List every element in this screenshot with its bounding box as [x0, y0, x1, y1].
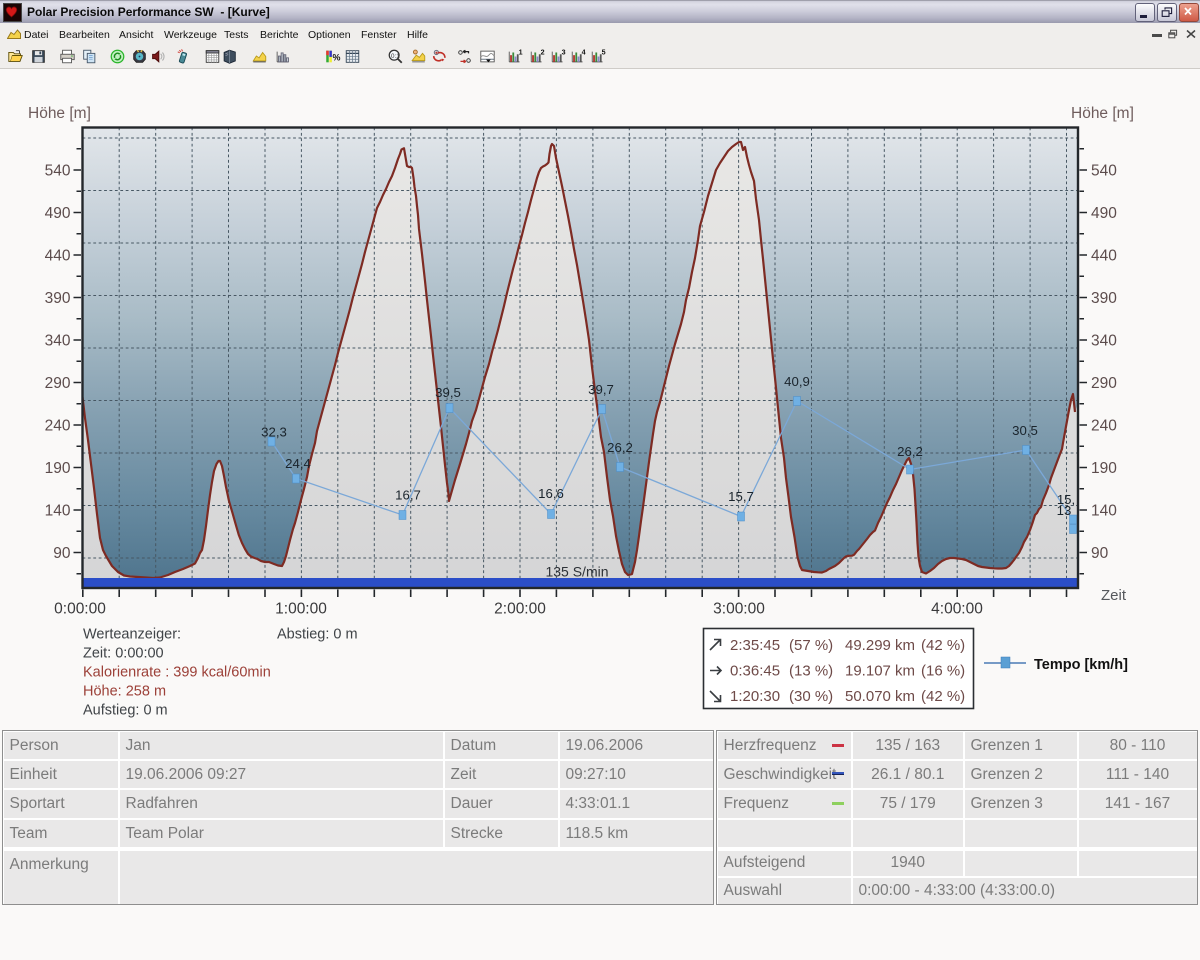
svg-text:90: 90	[1091, 545, 1109, 562]
svg-text:40,9: 40,9	[784, 374, 810, 389]
svg-text:140: 140	[1091, 503, 1117, 520]
svg-text:90: 90	[53, 545, 71, 562]
svg-text:290: 290	[1091, 375, 1117, 392]
svg-text:24,4: 24,4	[285, 456, 311, 471]
svg-text:540: 540	[45, 163, 71, 180]
svg-text:190: 190	[1091, 460, 1117, 477]
svg-text:32,3: 32,3	[261, 425, 287, 440]
svg-text:0:36:45: 0:36:45	[730, 663, 780, 680]
svg-text:30,5: 30,5	[1012, 423, 1038, 438]
svg-text:39,5: 39,5	[435, 385, 461, 400]
svg-text:290: 290	[45, 375, 71, 392]
svg-text:Kalorienrate : 399 kcal/60min: Kalorienrate : 399 kcal/60min	[83, 665, 271, 681]
svg-text:15,7: 15,7	[728, 489, 754, 504]
svg-text:340: 340	[1091, 333, 1117, 350]
svg-text:240: 240	[1091, 418, 1117, 435]
svg-text:26,2: 26,2	[607, 440, 633, 455]
svg-text:19.107 km: 19.107 km	[845, 663, 915, 680]
svg-text:16,6: 16,6	[538, 486, 564, 501]
svg-text:Aufstieg: 0 m: Aufstieg: 0 m	[83, 703, 168, 719]
svg-text:50.070 km: 50.070 km	[845, 688, 915, 705]
svg-text:Tempo [km/h]: Tempo [km/h]	[1034, 657, 1128, 673]
svg-text:(30 %): (30 %)	[789, 688, 833, 705]
svg-text:240: 240	[45, 418, 71, 435]
svg-text:440: 440	[45, 248, 71, 265]
svg-text:540: 540	[1091, 163, 1117, 180]
svg-text:(42 %): (42 %)	[921, 688, 965, 705]
svg-text:Höhe [m]: Höhe [m]	[1071, 105, 1134, 122]
svg-text:(13 %): (13 %)	[789, 663, 833, 680]
svg-text:1:20:30: 1:20:30	[730, 688, 780, 705]
svg-text:190: 190	[45, 460, 71, 477]
svg-text:(16 %): (16 %)	[921, 663, 965, 680]
svg-text:16,7: 16,7	[395, 488, 421, 503]
svg-text:Werteanzeiger:: Werteanzeiger:	[83, 627, 181, 643]
svg-text:2:35:45: 2:35:45	[730, 637, 780, 654]
svg-text:Höhe [m]: Höhe [m]	[28, 105, 91, 122]
svg-text:440: 440	[1091, 248, 1117, 265]
svg-text:135 S/min: 135 S/min	[545, 564, 608, 580]
svg-text:Abstieg: 0 m: Abstieg: 0 m	[277, 627, 358, 643]
svg-text:(42 %): (42 %)	[921, 637, 965, 654]
svg-text:Höhe: 258 m: Höhe: 258 m	[83, 684, 166, 700]
svg-text:1:00:00: 1:00:00	[275, 601, 327, 618]
svg-text:390: 390	[1091, 290, 1117, 307]
svg-text:49.299 km: 49.299 km	[845, 637, 915, 654]
svg-text:3:00:00: 3:00:00	[713, 601, 765, 618]
svg-text:26,2: 26,2	[897, 444, 923, 459]
svg-text:Zeit: Zeit	[1101, 587, 1127, 604]
svg-text:0:00:00: 0:00:00	[54, 601, 106, 618]
svg-text:390: 390	[45, 290, 71, 307]
svg-text:39,7: 39,7	[588, 382, 614, 397]
svg-text:490: 490	[1091, 205, 1117, 222]
svg-text:Zeit: 0:00:00: Zeit: 0:00:00	[83, 646, 164, 662]
svg-text:13: 13	[1057, 503, 1072, 518]
svg-text:140: 140	[45, 503, 71, 520]
svg-text:490: 490	[45, 205, 71, 222]
svg-text:340: 340	[45, 333, 71, 350]
svg-text:2:00:00: 2:00:00	[494, 601, 546, 618]
svg-text:(57 %): (57 %)	[789, 637, 833, 654]
svg-text:4:00:00: 4:00:00	[931, 601, 983, 618]
